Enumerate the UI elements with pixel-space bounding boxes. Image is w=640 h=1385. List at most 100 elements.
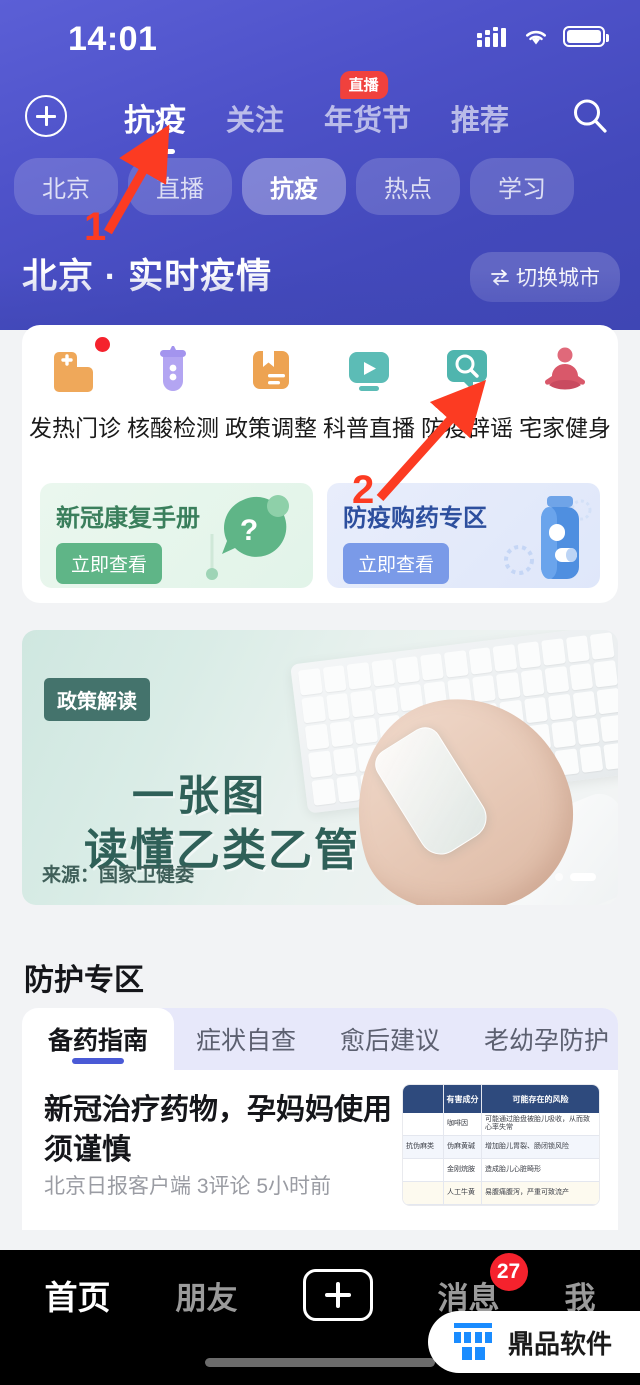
section-title-protection: 防护专区 bbox=[24, 964, 144, 997]
nav-tab-label: 年货节 bbox=[324, 104, 412, 137]
carousel-dot-active[interactable] bbox=[570, 873, 596, 881]
thumb-cell: 可能通过胎盘被胎儿吸收，从而致心率失常 bbox=[481, 1113, 599, 1135]
thumbnail-table-header: 有害成分 可能存在的风险 bbox=[403, 1085, 599, 1113]
service-item-policy[interactable]: 政策调整 bbox=[222, 343, 320, 443]
service-item-rumor-refute[interactable]: 防疫辟谣 bbox=[418, 343, 516, 443]
nav-tab-label: 抗疫 bbox=[124, 103, 186, 138]
status-indicators bbox=[477, 26, 609, 47]
chip-kangyi[interactable]: 抗疫 bbox=[242, 158, 346, 215]
promo-cards: 新冠康复手册 立即查看 ? 防疫购药专区 立即查看 bbox=[40, 483, 600, 588]
service-label: 核酸检测 bbox=[127, 415, 219, 441]
tab-medicine-guide[interactable]: 备药指南 bbox=[22, 1008, 175, 1070]
thumb-cell: 抗伪麻类 bbox=[406, 1142, 434, 1150]
service-label: 防疫辟谣 bbox=[421, 415, 513, 441]
ding-logo-icon bbox=[454, 1323, 492, 1360]
tab-label: 备药指南 bbox=[48, 1027, 149, 1055]
signal-bars-icon bbox=[477, 26, 509, 47]
thumb-cell: 金刚烷胺 bbox=[443, 1159, 481, 1181]
nav-tab-guanzhu[interactable]: 关注 bbox=[222, 97, 288, 139]
test-tube-icon bbox=[146, 343, 200, 397]
annotation-number-2: 2 bbox=[352, 468, 375, 512]
live-badge: 直播 bbox=[339, 70, 388, 99]
carousel-dot[interactable] bbox=[555, 873, 563, 881]
thumb-cell: 造成胎儿心脏畸形 bbox=[481, 1159, 599, 1181]
thumb-cell bbox=[403, 1159, 443, 1181]
plus-square-icon bbox=[324, 1282, 351, 1308]
thumb-th-0 bbox=[403, 1085, 443, 1113]
tab-symptom-check[interactable]: 症状自查 bbox=[174, 1008, 318, 1070]
service-item-science-live[interactable]: 科普直播 bbox=[320, 343, 418, 443]
thumb-cell: 伪麻黄碱 bbox=[443, 1136, 481, 1158]
active-tab-underline bbox=[135, 149, 175, 154]
top-nav-tabs: 抗疫 关注 直播 年货节 推荐 bbox=[120, 70, 513, 154]
thumb-th-2: 可能存在的风险 bbox=[481, 1085, 599, 1113]
switch-city-label: 切换城市 bbox=[516, 267, 600, 290]
nav-tab-label: 推荐 bbox=[451, 104, 510, 137]
nav-tab-tuijian[interactable]: 推荐 bbox=[447, 97, 513, 139]
thumbnail-table-row: 咖啡因 可能通过胎盘被胎儿吸收，从而致心率失常 bbox=[403, 1113, 599, 1136]
carousel-indicator[interactable] bbox=[555, 873, 596, 881]
service-card: 发热门诊 核酸检测 政策调整 科普直播 防疫辟谣 宅家健身 新冠康复手册 立即查… bbox=[22, 325, 618, 603]
svg-text:?: ? bbox=[240, 514, 258, 547]
service-item-home-fitness[interactable]: 宅家健身 bbox=[516, 343, 614, 443]
promo-button[interactable]: 立即查看 bbox=[343, 543, 450, 584]
service-item-nucleic-test[interactable]: 核酸检测 bbox=[124, 343, 222, 443]
wifi-icon bbox=[526, 30, 546, 45]
nav-tab-label: 关注 bbox=[226, 104, 285, 137]
promo-card-recovery-manual[interactable]: 新冠康复手册 立即查看 ? bbox=[40, 483, 313, 588]
app-header: 14:01 抗疫 关注 直播 年货节 推荐 北京 直播 抗疫 热点 学习 北京 … bbox=[0, 0, 640, 330]
search-bubble-icon bbox=[440, 343, 494, 397]
video-play-icon bbox=[342, 343, 396, 397]
bottom-nav-friends[interactable]: 朋友 bbox=[176, 1273, 238, 1318]
service-icon-grid: 发热门诊 核酸检测 政策调整 科普直播 防疫辟谣 宅家健身 bbox=[22, 337, 618, 443]
chip-zhibo[interactable]: 直播 bbox=[128, 158, 232, 215]
thumb-cell: 咖啡因 bbox=[443, 1113, 481, 1135]
nav-tab-nianhuojie[interactable]: 直播 年货节 bbox=[320, 70, 415, 139]
book-bookmark-icon bbox=[244, 343, 298, 397]
plus-circle-icon bbox=[36, 106, 56, 126]
protection-tabs: 备药指南 症状自查 愈后建议 老幼孕防护 bbox=[22, 1008, 618, 1070]
bottom-nav-create-button[interactable] bbox=[302, 1269, 373, 1321]
battery-icon bbox=[563, 26, 609, 47]
service-item-fever-clinic[interactable]: 发热门诊 bbox=[26, 337, 124, 443]
nav-tab-kangyi[interactable]: 抗疫 bbox=[120, 95, 190, 154]
chip-redian[interactable]: 热点 bbox=[356, 158, 460, 215]
switch-city-button[interactable]: 切换城市 bbox=[470, 252, 620, 302]
service-label: 科普直播 bbox=[323, 415, 415, 441]
thumb-cell bbox=[403, 1113, 443, 1135]
meditation-icon bbox=[538, 343, 592, 397]
notification-dot bbox=[95, 337, 110, 352]
hospital-plus-icon bbox=[48, 337, 110, 397]
add-post-button[interactable] bbox=[25, 95, 67, 137]
thumb-th-1: 有害成分 bbox=[443, 1085, 481, 1113]
city-header-row: 北京 · 实时疫情 切换城市 bbox=[0, 248, 640, 306]
article-title: 新冠治疗药物，孕妈妈使用须谨慎 bbox=[44, 1094, 393, 1167]
search-icon[interactable] bbox=[570, 96, 610, 136]
chip-xuexi[interactable]: 学习 bbox=[470, 158, 574, 215]
watermark-text: 鼎品软件 bbox=[508, 1328, 613, 1359]
bottom-nav-home[interactable]: 首页 bbox=[45, 1271, 111, 1319]
policy-banner[interactable]: 政策解读 一张图 读懂乙类乙管 来源：国家卫健委 bbox=[22, 630, 618, 905]
thumbnail-table-row: 金刚烷胺 造成胎儿心脏畸形 bbox=[403, 1159, 599, 1182]
promo-button[interactable]: 立即查看 bbox=[56, 543, 163, 584]
tab-recovery-advice[interactable]: 愈后建议 bbox=[318, 1008, 462, 1070]
message-count-badge: 27 bbox=[489, 1252, 528, 1291]
service-label: 发热门诊 bbox=[29, 415, 121, 441]
thumbnail-table-row: 抗伪麻类 伪麻黄碱 增加胎儿胃裂、肠闭锁风险 bbox=[403, 1136, 599, 1159]
banner-tag: 政策解读 bbox=[44, 678, 150, 721]
medicine-bottle-icon bbox=[504, 496, 592, 579]
service-label: 政策调整 bbox=[225, 415, 317, 441]
thumb-cell bbox=[403, 1182, 443, 1204]
thumb-cell: 人工牛黄 bbox=[443, 1182, 481, 1204]
article-meta: 北京日报客户端 3评论 5小时前 bbox=[44, 1175, 332, 1198]
bottom-navigation: 首页 朋友 消息 27 我 鼎品软件 bbox=[0, 1250, 640, 1385]
banner-source: 来源：国家卫健委 bbox=[42, 865, 195, 886]
tab-elderly-pregnant[interactable]: 老幼孕防护 bbox=[462, 1008, 618, 1070]
status-bar: 14:01 bbox=[0, 0, 640, 75]
active-tab-underline bbox=[72, 1058, 124, 1064]
thumb-cell: 易腹痛腹泻，严重可致流产 bbox=[481, 1182, 599, 1204]
protection-card: 备药指南 症状自查 愈后建议 老幼孕防护 新冠治疗药物，孕妈妈使用须谨慎 北京日… bbox=[22, 1008, 618, 1230]
article-item[interactable]: 新冠治疗药物，孕妈妈使用须谨慎 北京日报客户端 3评论 5小时前 有害成分 可能… bbox=[22, 1070, 618, 1230]
article-thumbnail[interactable]: 有害成分 可能存在的风险 咖啡因 可能通过胎盘被胎儿吸收，从而致心率失常 抗伪麻… bbox=[402, 1084, 600, 1206]
swap-arrows-icon bbox=[491, 269, 509, 285]
